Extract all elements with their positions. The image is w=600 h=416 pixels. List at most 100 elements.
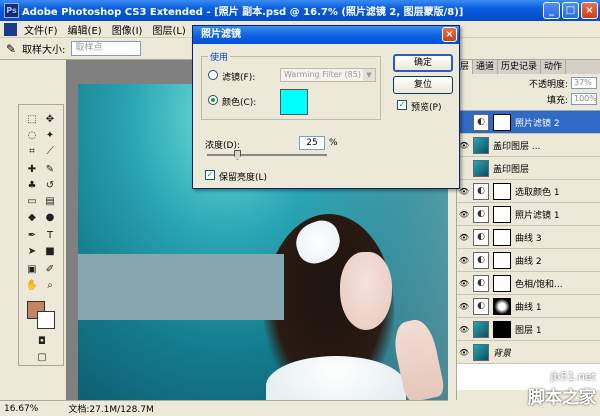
window-title-bar[interactable]: Ps Adobe Photoshop CS3 Extended - [照片 副本… — [0, 0, 600, 21]
photoshop-menu-icon[interactable] — [4, 22, 17, 36]
layer-curves-3[interactable]: 👁 ◐ 曲线 3 — [457, 226, 600, 249]
document-size: 文档:27.1M/128.7M — [68, 405, 154, 415]
magic-wand-icon[interactable]: ✦ — [43, 129, 57, 143]
minimize-button[interactable]: _ — [543, 2, 560, 19]
layer-selective-color-1[interactable]: 👁 ◐ 选取颜色 1 — [457, 180, 600, 203]
density-slider-thumb[interactable] — [234, 150, 241, 160]
eraser-tool-icon[interactable]: ▭ — [25, 195, 39, 209]
preview-checkbox[interactable]: ✓ — [397, 100, 407, 110]
brush-tool-icon[interactable]: ✎ — [43, 163, 57, 177]
adjustment-thumbnail-icon: ◐ — [473, 182, 489, 200]
preview-label: 预览(P) — [411, 103, 442, 113]
layer-photo-filter-2[interactable]: ◐ 照片滤镜 2 — [457, 111, 600, 134]
adjustment-thumbnail-icon: ◐ — [473, 205, 489, 223]
notes-tool-icon[interactable]: ▣ — [25, 263, 39, 277]
visibility-eye-icon[interactable]: 👁 — [457, 325, 471, 334]
screen-mode-icon[interactable]: ▢ — [35, 351, 49, 365]
history-brush-icon[interactable]: ↺ — [43, 179, 57, 193]
blur-tool-icon[interactable]: ◆ — [25, 211, 39, 225]
photoshop-app-icon: Ps — [4, 3, 19, 18]
visibility-eye-icon[interactable]: 👁 — [457, 279, 471, 288]
layer-mask-thumbnail[interactable] — [493, 297, 511, 315]
layer-1[interactable]: 👁 图层 1 — [457, 318, 600, 341]
layer-curves-1[interactable]: 👁 ◐ 曲线 1 — [457, 295, 600, 318]
layer-name: 盖印图层 — [493, 164, 530, 175]
clone-stamp-icon[interactable]: ♣ — [25, 179, 39, 193]
reset-button[interactable]: 复位 — [393, 76, 453, 94]
opacity-input[interactable]: 37% — [571, 77, 597, 89]
shape-tool-icon[interactable]: ■ — [43, 245, 57, 259]
layer-stamp[interactable]: 盖印图层 — [457, 157, 600, 180]
layer-background[interactable]: 👁 背景 — [457, 341, 600, 364]
layer-list: ◐ 照片滤镜 2 👁 盖印图层 ... 盖印图层 👁 ◐ 选取颜色 1 👁 ◐ … — [457, 110, 600, 390]
layer-stamp-copy[interactable]: 👁 盖印图层 ... — [457, 134, 600, 157]
layer-mask-thumbnail[interactable] — [493, 113, 511, 131]
healing-brush-icon[interactable]: ✚ — [25, 163, 39, 177]
lasso-tool-icon[interactable]: ◌ — [25, 129, 39, 143]
filter-color-swatch[interactable] — [280, 89, 308, 115]
density-input[interactable]: 25 — [299, 136, 325, 150]
gradient-tool-icon[interactable]: ▤ — [43, 195, 57, 209]
fill-input[interactable]: 100% — [571, 93, 597, 105]
density-slider-track[interactable] — [207, 154, 327, 156]
tab-history[interactable]: 历史记录 — [498, 60, 542, 74]
watermark: jb51.net 脚本之家 — [528, 370, 596, 408]
tab-channels[interactable]: 通道 — [473, 60, 499, 74]
adjustment-thumbnail-icon: ◐ — [473, 274, 489, 292]
menu-layer[interactable]: 图层(L) — [147, 22, 190, 37]
layer-name: 曲线 1 — [515, 302, 542, 313]
menu-file[interactable]: 文件(F) — [19, 22, 63, 37]
filter-dropdown[interactable]: Warming Filter (85) ▼ — [280, 68, 376, 82]
hand-tool-icon[interactable]: ✋ — [25, 279, 39, 293]
move-tool-icon[interactable]: ✥ — [43, 113, 57, 127]
filter-radio[interactable] — [208, 70, 218, 80]
chevron-down-icon[interactable]: ▼ — [363, 69, 375, 81]
visibility-eye-icon[interactable]: 👁 — [457, 348, 471, 357]
layer-mask-thumbnail[interactable] — [493, 182, 511, 200]
close-button[interactable]: × — [581, 2, 598, 19]
zoom-tool-icon[interactable]: ⌕ — [43, 279, 57, 293]
slice-tool-icon[interactable]: ⟋ — [43, 145, 57, 159]
maximize-button[interactable]: □ — [562, 2, 579, 19]
layer-photo-filter-1[interactable]: 👁 ◐ 照片滤镜 1 — [457, 203, 600, 226]
layer-curves-2[interactable]: 👁 ◐ 曲线 2 — [457, 249, 600, 272]
menu-edit[interactable]: 编辑(E) — [63, 22, 107, 37]
eyedropper-tool-icon[interactable]: ✐ — [43, 263, 57, 277]
preserve-luminosity-checkbox[interactable]: ✓ — [205, 170, 215, 180]
visibility-eye-icon[interactable]: 👁 — [457, 210, 471, 219]
visibility-eye-icon[interactable]: 👁 — [457, 302, 471, 311]
layer-hue-saturation[interactable]: 👁 ◐ 色相/饱和... — [457, 272, 600, 295]
dialog-close-button[interactable]: × — [442, 27, 457, 42]
menu-image[interactable]: 图像(I) — [107, 22, 148, 37]
layer-mask-thumbnail[interactable] — [493, 274, 511, 292]
layer-mask-thumbnail[interactable] — [493, 228, 511, 246]
color-label: 颜色(C): — [222, 98, 257, 108]
opacity-row: 不透明度: 37% — [457, 76, 600, 90]
pen-tool-icon[interactable]: ✒ — [25, 229, 39, 243]
path-select-icon[interactable]: ➤ — [25, 245, 39, 259]
visibility-eye-icon[interactable]: 👁 — [457, 256, 471, 265]
layer-name: 曲线 3 — [515, 233, 542, 244]
zoom-level[interactable]: 16.67% — [4, 404, 38, 414]
layer-mask-thumbnail[interactable] — [493, 251, 511, 269]
crop-tool-icon[interactable]: ⌗ — [25, 145, 39, 159]
dialog-title-bar[interactable]: 照片滤镜 × — [193, 26, 459, 44]
quick-mask-icon[interactable]: ◘ — [35, 335, 49, 349]
ok-button[interactable]: 确定 — [393, 54, 453, 72]
layer-mask-thumbnail[interactable] — [493, 320, 511, 338]
watermark-text: 脚本之家 — [528, 388, 596, 408]
use-group-label: 使用 — [208, 50, 231, 63]
window-controls: _ □ × — [543, 2, 598, 19]
tab-actions[interactable]: 动作 — [541, 60, 567, 74]
dodge-tool-icon[interactable]: ● — [43, 211, 57, 225]
color-radio[interactable] — [208, 95, 218, 105]
eyedropper-icon[interactable]: ✎ — [6, 42, 16, 56]
sample-size-select[interactable]: 取样点 — [71, 41, 142, 56]
adjustment-thumbnail-icon: ◐ — [473, 251, 489, 269]
visibility-eye-icon[interactable]: 👁 — [457, 233, 471, 242]
marquee-tool-icon[interactable]: ⬚ — [25, 113, 39, 127]
background-color-swatch[interactable] — [37, 311, 55, 329]
layer-mask-thumbnail[interactable] — [493, 205, 511, 223]
type-tool-icon[interactable]: T — [43, 229, 57, 243]
fill-label: 填充: — [546, 95, 568, 106]
